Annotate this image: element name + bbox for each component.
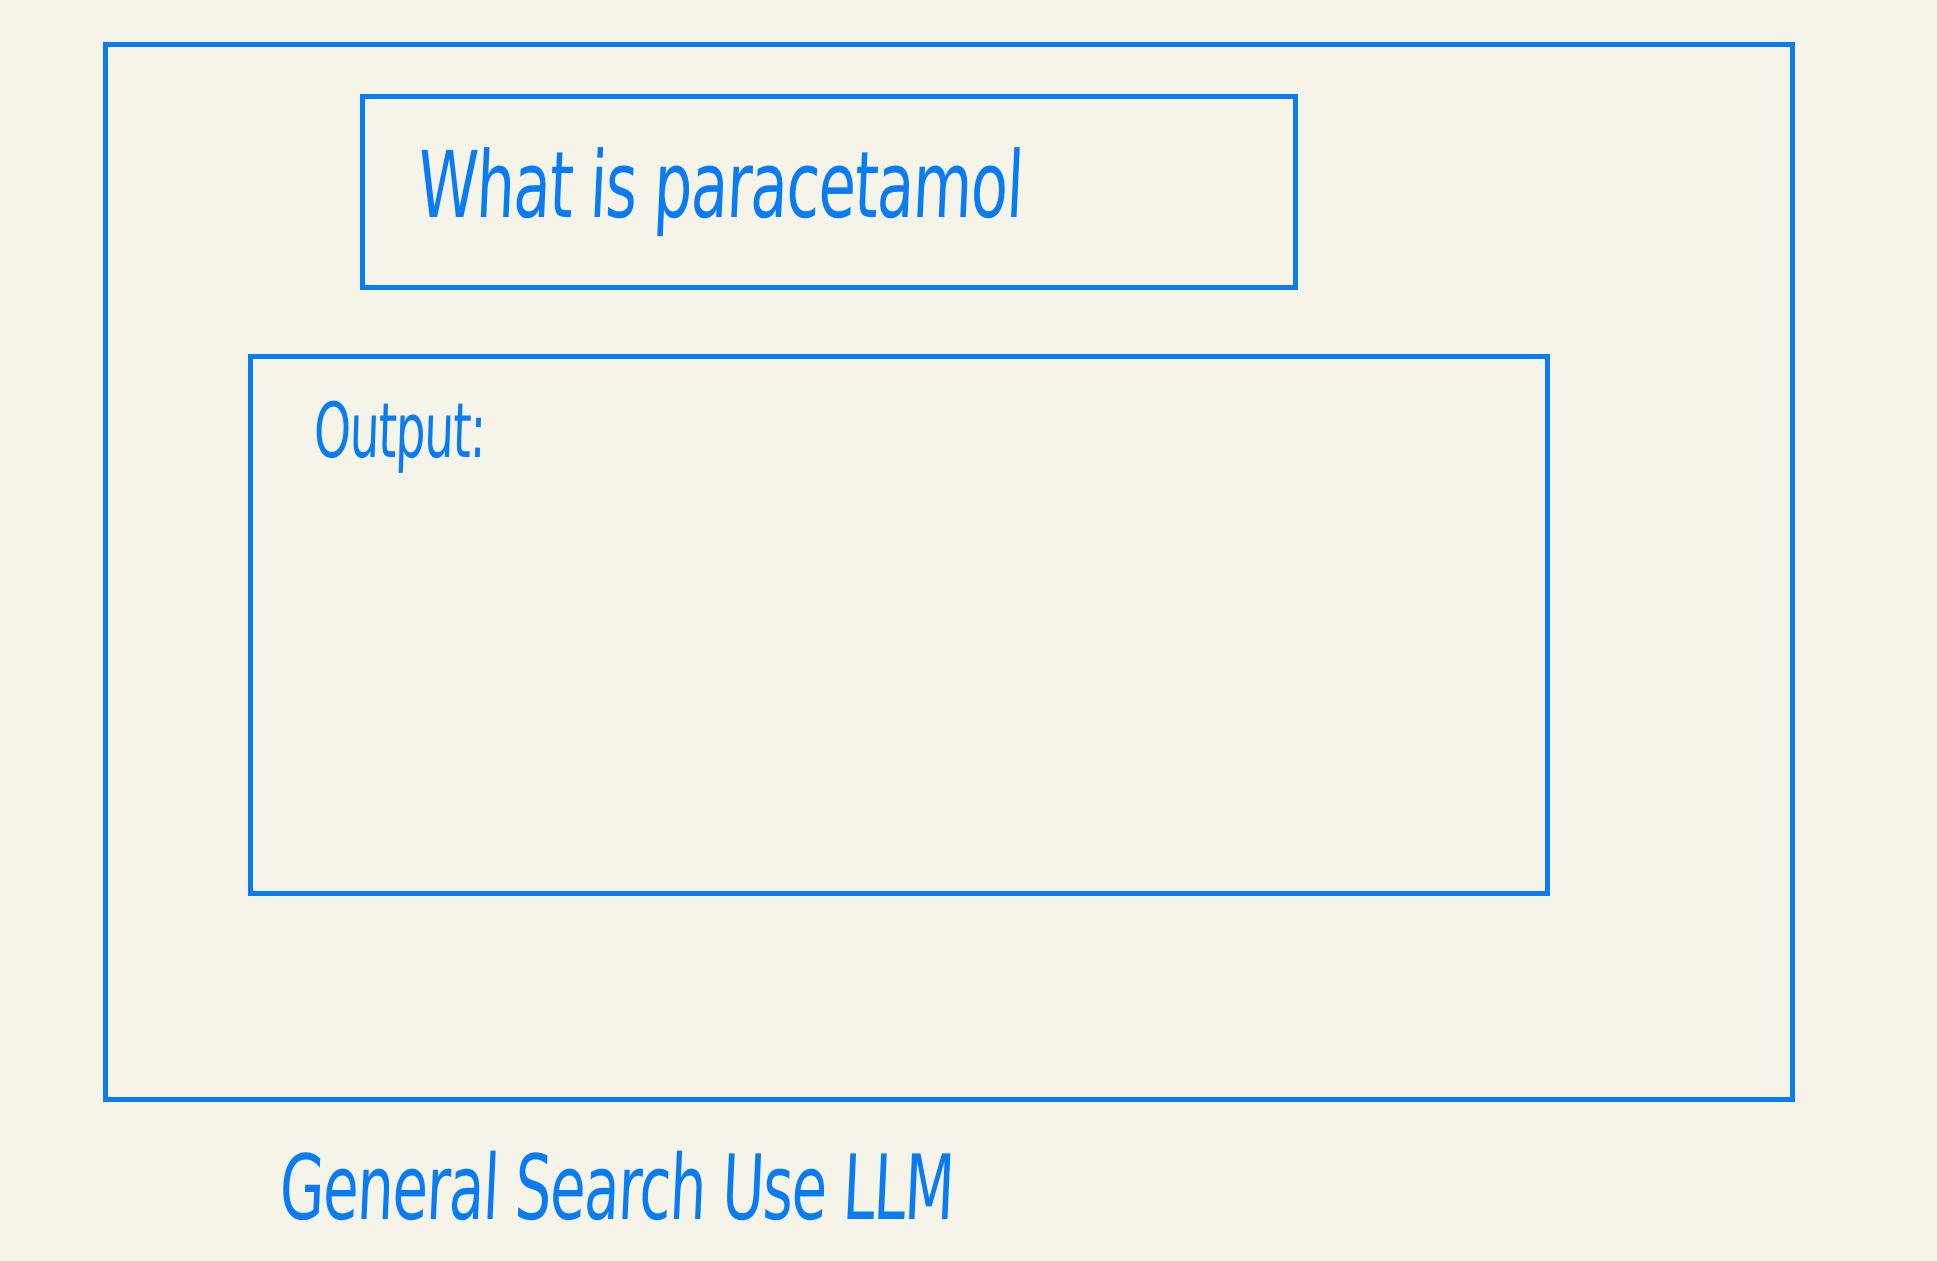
wireframe-canvas: What is paracetamol Output: General Sear… [0, 0, 1937, 1261]
search-query-text: What is paracetamol [415, 132, 1025, 239]
output-label: Output: [312, 386, 487, 475]
wireframe-caption: General Search Use LLM [277, 1136, 956, 1241]
output-content [320, 480, 1470, 860]
